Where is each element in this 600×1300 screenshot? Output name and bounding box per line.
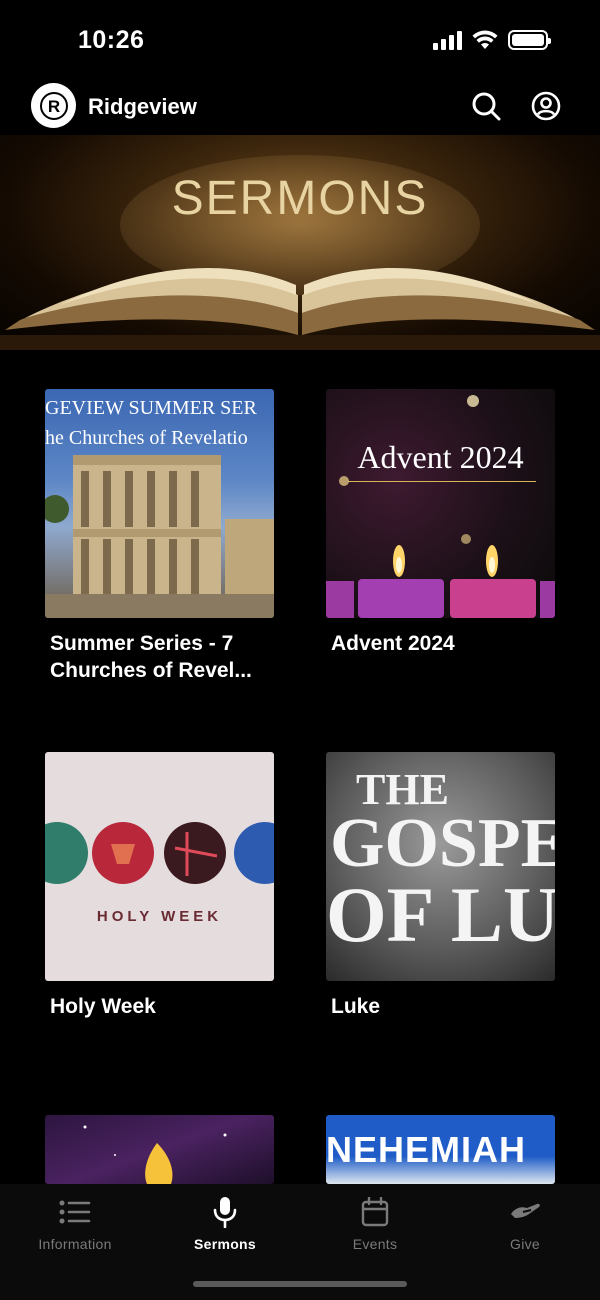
series-card-summer[interactable]: GEVIEW SUMMER SER he Churches of Revelat… xyxy=(45,389,274,684)
open-bible-illustration xyxy=(0,268,600,350)
tab-give[interactable]: Give xyxy=(450,1194,600,1252)
series-card-holy-week[interactable]: HOLY WEEK Holy Week xyxy=(45,752,274,1020)
status-bar: 10:26 xyxy=(0,0,600,80)
series-card-5[interactable] xyxy=(45,1115,274,1184)
tab-label: Events xyxy=(352,1236,398,1252)
tab-label: Information xyxy=(38,1236,112,1252)
tab-events[interactable]: Events xyxy=(300,1194,450,1252)
app-header: R Ridgeview xyxy=(0,82,600,130)
series-thumbnail: THE GOSPEL OF LUKE xyxy=(326,752,555,981)
tab-label: Give xyxy=(510,1236,540,1252)
tab-sermons[interactable]: Sermons xyxy=(150,1194,300,1252)
tab-information[interactable]: Information xyxy=(0,1194,150,1252)
tab-label: Sermons xyxy=(193,1236,256,1252)
sermons-hero-banner: SERMONS xyxy=(0,135,600,350)
home-indicator xyxy=(193,1281,407,1287)
list-icon xyxy=(59,1200,91,1224)
wifi-icon xyxy=(472,30,498,49)
account-icon xyxy=(531,91,561,121)
logo-letter: R xyxy=(47,97,59,116)
series-title: Luke xyxy=(331,995,381,1018)
series-title: Summer Series - 7 Churches of Revel... xyxy=(50,632,252,682)
thumb-text: NEHEMIAH xyxy=(326,1129,527,1170)
account-button[interactable] xyxy=(530,90,562,122)
series-thumbnail: GEVIEW SUMMER SER he Churches of Revelat… xyxy=(45,389,274,618)
flame-illustration xyxy=(83,1125,227,1184)
search-button[interactable] xyxy=(470,90,502,122)
series-card-nehemiah[interactable]: NEHEMIAH xyxy=(326,1115,555,1184)
series-title: Advent 2024 xyxy=(331,632,455,655)
series-thumbnail: HOLY WEEK xyxy=(45,752,274,981)
series-thumbnail: NEHEMIAH xyxy=(326,1115,555,1184)
app-title: Ridgeview xyxy=(88,94,197,119)
series-title: Holy Week xyxy=(50,995,156,1018)
ancient-library-illustration xyxy=(45,455,274,618)
microphone-icon xyxy=(213,1197,237,1228)
thumb-text: HOLY WEEK xyxy=(96,908,223,925)
calendar-icon xyxy=(361,1197,389,1227)
cellular-signal-icon xyxy=(433,30,462,50)
series-card-luke[interactable]: THE GOSPEL OF LUKE Luke xyxy=(326,752,555,1020)
hand-give-icon xyxy=(511,1203,540,1218)
series-thumbnail: Advent 2024 xyxy=(326,389,555,618)
church-logo[interactable]: R xyxy=(31,83,76,128)
series-thumbnail xyxy=(45,1115,274,1184)
advent-candles-illustration xyxy=(326,395,555,618)
thumb-text: OF LUKE xyxy=(326,871,555,958)
logo-icon: R xyxy=(39,91,68,120)
status-icons xyxy=(433,30,551,50)
series-card-advent[interactable]: Advent 2024 Advent 2024 xyxy=(326,389,555,657)
status-time: 10:26 xyxy=(78,26,145,54)
search-icon xyxy=(472,92,501,121)
battery-icon xyxy=(508,30,551,50)
holy-week-circles-illustration xyxy=(45,822,274,884)
